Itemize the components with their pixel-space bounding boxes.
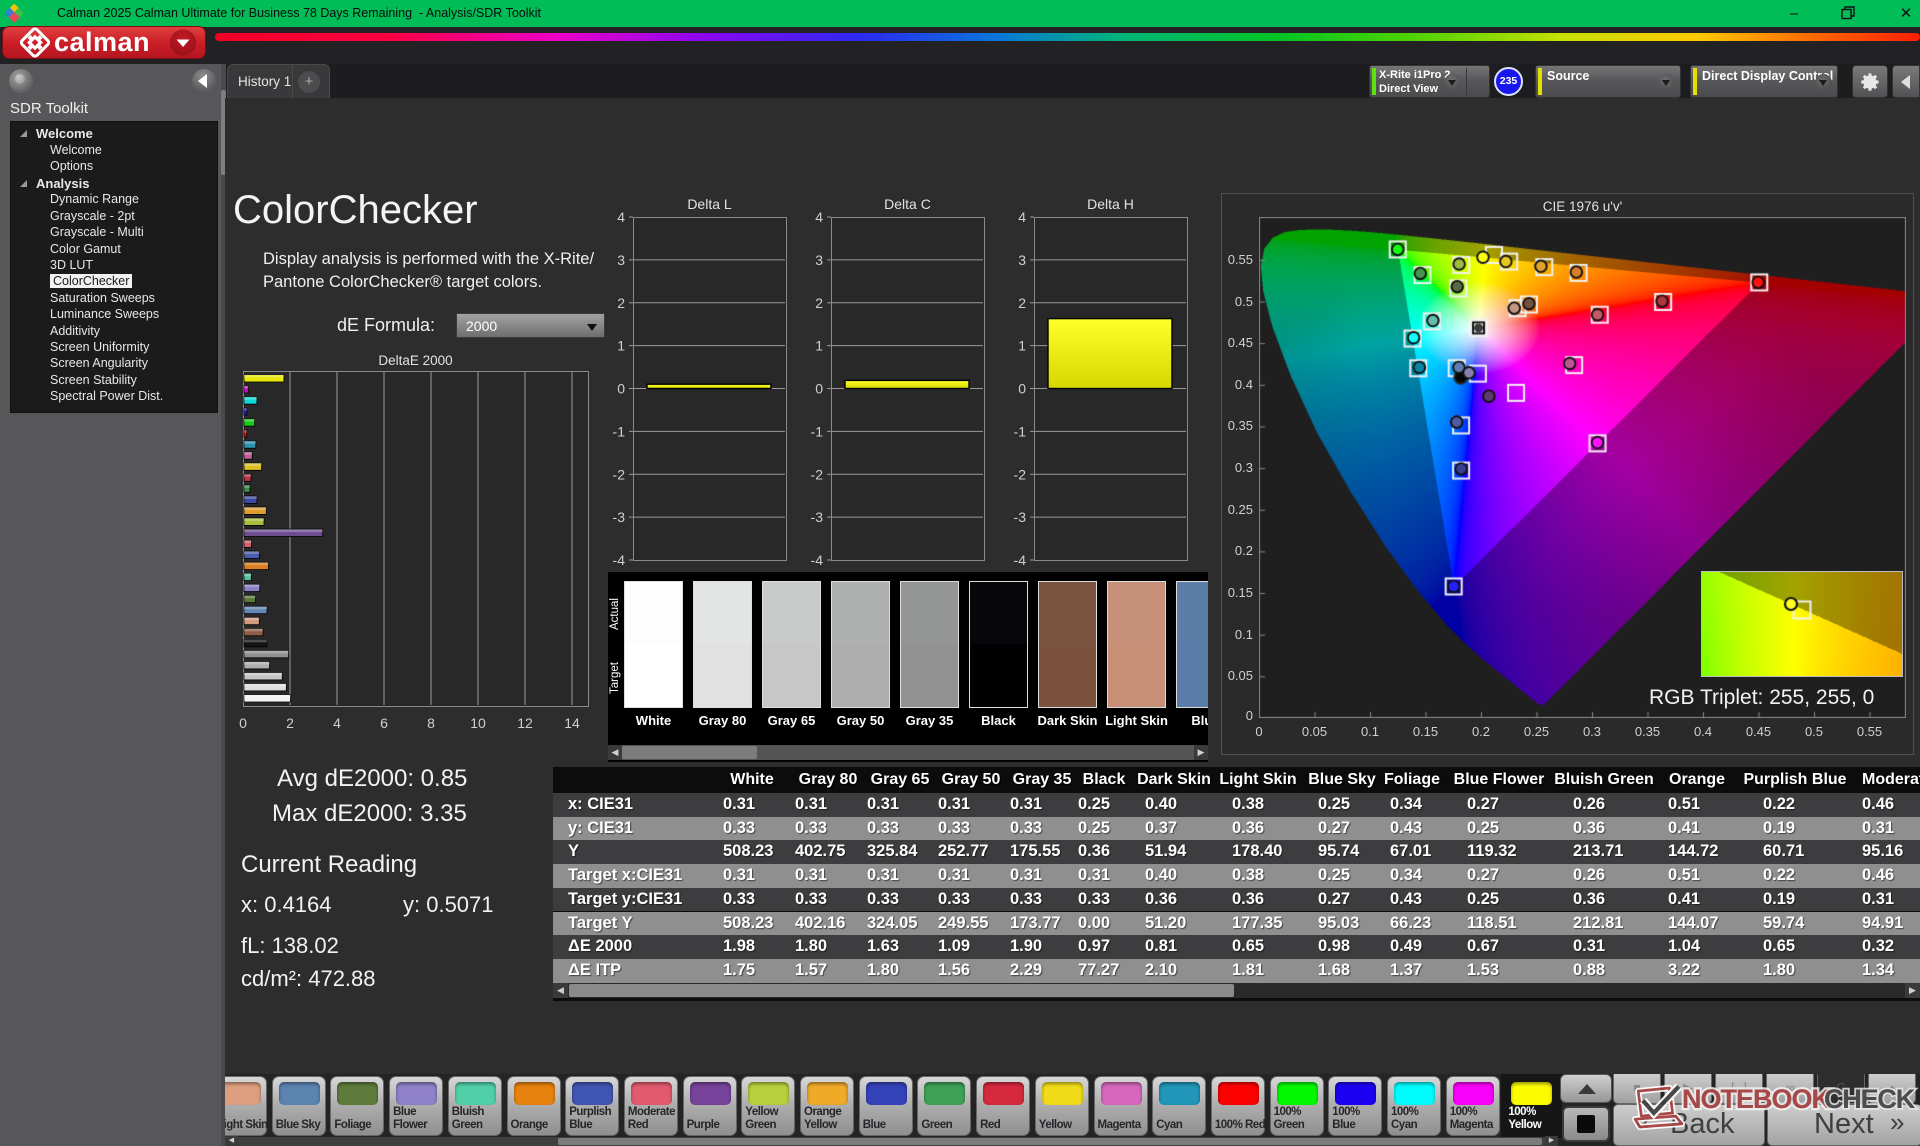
svg-text:3: 3 <box>617 252 625 268</box>
svg-text:-4: -4 <box>613 552 626 568</box>
svg-text:-1: -1 <box>811 423 824 439</box>
svg-text:NOTEBOOK: NOTEBOOK <box>1682 1084 1832 1114</box>
svg-text:4: 4 <box>815 209 823 225</box>
svg-text:4: 4 <box>1018 209 1026 225</box>
svg-text:8: 8 <box>427 715 435 731</box>
svg-text:0: 0 <box>239 715 247 731</box>
svg-text:-2: -2 <box>811 466 824 482</box>
svg-text:CHECK: CHECK <box>1824 1084 1916 1114</box>
svg-text:6: 6 <box>380 715 388 731</box>
svg-text:2: 2 <box>617 295 625 311</box>
svg-text:1: 1 <box>617 338 625 354</box>
svg-text:-4: -4 <box>1014 552 1027 568</box>
svg-text:0: 0 <box>815 381 823 397</box>
svg-text:2: 2 <box>286 715 294 731</box>
svg-text:-3: -3 <box>1014 509 1027 525</box>
svg-text:1: 1 <box>815 338 823 354</box>
svg-text:-2: -2 <box>613 466 626 482</box>
svg-text:-3: -3 <box>613 509 626 525</box>
svg-text:3: 3 <box>815 252 823 268</box>
svg-text:4: 4 <box>617 209 625 225</box>
svg-text:10: 10 <box>470 715 486 731</box>
svg-text:2: 2 <box>815 295 823 311</box>
svg-text:2: 2 <box>1018 295 1026 311</box>
svg-text:-1: -1 <box>1014 423 1027 439</box>
svg-text:Delta H: Delta H <box>1087 196 1134 212</box>
svg-text:-1: -1 <box>613 423 626 439</box>
svg-text:Delta L: Delta L <box>687 196 732 212</box>
svg-text:calman: calman <box>54 27 150 57</box>
svg-text:0: 0 <box>1018 381 1026 397</box>
svg-text:14: 14 <box>564 715 580 731</box>
svg-text:-3: -3 <box>811 509 824 525</box>
svg-text:-4: -4 <box>811 552 824 568</box>
svg-text:3: 3 <box>1018 252 1026 268</box>
svg-text:4: 4 <box>333 715 341 731</box>
svg-text:0: 0 <box>617 381 625 397</box>
svg-text:12: 12 <box>517 715 533 731</box>
svg-text:Delta C: Delta C <box>884 196 931 212</box>
svg-text:1: 1 <box>1018 338 1026 354</box>
svg-text:-2: -2 <box>1014 466 1027 482</box>
